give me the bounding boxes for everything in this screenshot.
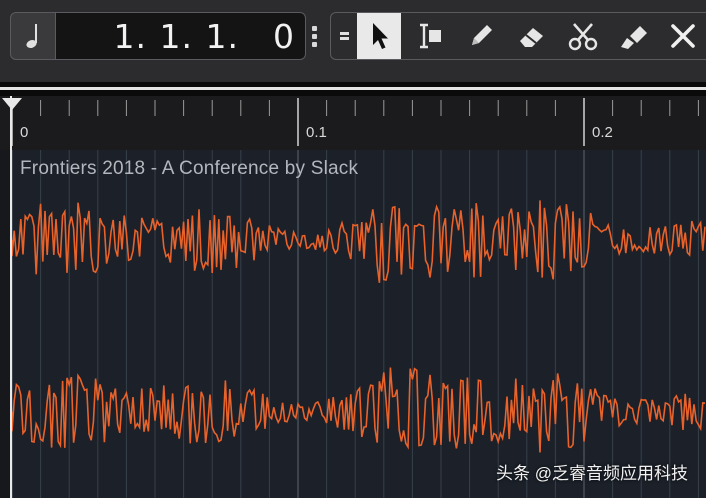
pointer-icon: [373, 23, 388, 49]
toolbar-drag-handle[interactable]: [312, 26, 318, 48]
waveform: [12, 150, 706, 498]
audio-event[interactable]: Frontiers 2018 - A Conference by Slack: [12, 150, 706, 498]
snap-note-button[interactable]: [10, 12, 56, 60]
ruler-label-0: 0: [20, 124, 29, 141]
position-bar: 1.: [113, 16, 147, 56]
pencil-icon: [472, 25, 492, 45]
tool-palette-handle[interactable]: [331, 13, 357, 59]
scissors-icon: [568, 23, 598, 51]
project-cursor[interactable]: [10, 96, 12, 498]
scissors-tool-button[interactable]: [561, 13, 605, 59]
position-beat: 1.: [159, 16, 193, 56]
mute-x-icon: [671, 24, 695, 48]
eraser-icon: [520, 28, 543, 47]
glue-tool-button[interactable]: [612, 13, 656, 59]
right-locator-marker: [12, 98, 22, 110]
toolbar: 1. 1. 1. 0: [0, 0, 706, 82]
ruler-label-0-1: 0.1: [306, 124, 327, 141]
tool-palette: [330, 12, 706, 60]
quarter-note-icon: [26, 24, 37, 48]
ruler-ticks: [2, 98, 699, 146]
mute-tool-button[interactable]: [661, 13, 705, 59]
audio-event-title: Frontiers 2018 - A Conference by Slack: [20, 158, 359, 179]
position-display[interactable]: 1. 1. 1. 0: [56, 12, 306, 60]
position-sixteenth: 1.: [205, 16, 239, 56]
eraser-tool-button[interactable]: [510, 13, 554, 59]
waveform-channel-right: [12, 367, 706, 453]
pencil-tool-button[interactable]: [459, 13, 503, 59]
glue-icon: [621, 26, 647, 49]
watermark-text: 头条 @乏睿音频应用科技: [496, 464, 688, 483]
ruler-label-0-2: 0.2: [592, 124, 613, 141]
range-tool-button[interactable]: [408, 13, 452, 59]
time-ruler[interactable]: 0 0.1 0.2: [0, 96, 706, 151]
range-select-icon: [420, 23, 441, 49]
waveform-channel-left: [12, 200, 706, 283]
position-tick: 0: [273, 16, 295, 56]
pointer-tool-button[interactable]: [357, 13, 401, 59]
